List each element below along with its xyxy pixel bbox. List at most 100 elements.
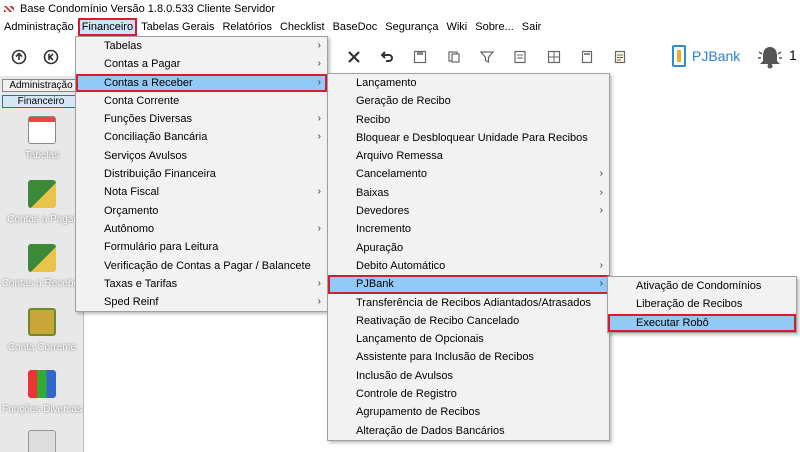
chevron-right-icon: ›	[317, 222, 321, 234]
money-in-icon	[28, 244, 56, 272]
chevron-right-icon: ›	[317, 113, 321, 125]
menu-seguranca[interactable]: Segurança	[381, 18, 442, 36]
menu-item-alteracao-dados-bancarios[interactable]: Alteração de Dados Bancários	[328, 422, 609, 440]
window-title: Base Condomínio Versão 1.8.0.533 Cliente…	[20, 3, 275, 15]
document-icon[interactable]	[509, 46, 531, 68]
filter-icon[interactable]	[476, 46, 498, 68]
sidebar-item-tabelas[interactable]: Tabelas	[0, 116, 84, 161]
menu-administracao[interactable]: Administração	[0, 18, 78, 36]
notes-icon[interactable]	[609, 46, 631, 68]
menu-item-apuracao[interactable]: Apuração	[328, 239, 609, 257]
ledger-book-icon	[28, 308, 56, 336]
chevron-right-icon: ›	[317, 58, 321, 70]
menu-item-verificacao-contas[interactable]: Verificação de Contas a Pagar / Balancet…	[76, 257, 327, 275]
menu-item-funcoes-diversas[interactable]: Funções Diversas ›	[76, 110, 327, 128]
pjbank-label: PJBank	[692, 48, 741, 64]
chevron-right-icon: ›	[599, 259, 603, 271]
menu-item-autonomo[interactable]: Autônomo ›	[76, 220, 327, 238]
menu-item-distribuicao-financeira[interactable]: Distribuição Financeira	[76, 165, 327, 183]
sidebar-tab-administracao[interactable]: Administração	[2, 79, 80, 92]
menu-item-geracao-recibo[interactable]: Geração de Recibo	[328, 92, 609, 110]
money-out-icon	[28, 180, 56, 208]
sidebar-item-funcoes-diversas[interactable]: Funções Diversas	[0, 370, 84, 415]
menu-item-lancamento-opcionais[interactable]: Lançamento de Opcionais	[328, 330, 609, 348]
menu-relatorios[interactable]: Relatórios	[218, 18, 276, 36]
sidebar-item-label: Contas a Receber	[1, 278, 83, 289]
menu-item-controle-registro[interactable]: Controle de Registro	[328, 385, 609, 403]
delete-icon[interactable]	[343, 46, 365, 68]
menu-item-liberacao-recibos[interactable]: Liberação de Recibos	[608, 295, 796, 313]
menu-item-orcamento[interactable]: Orçamento	[76, 202, 327, 220]
pjbank-submenu: Ativação de Condomínios Liberação de Rec…	[607, 276, 797, 333]
menu-item-nota-fiscal[interactable]: Nota Fiscal ›	[76, 183, 327, 201]
pjbank-logo-icon	[672, 45, 686, 67]
menu-financeiro[interactable]: Financeiro	[77, 18, 138, 36]
chevron-right-icon: ›	[317, 277, 321, 289]
pjbank-button[interactable]: PJBank	[672, 45, 740, 67]
calculator-icon[interactable]	[576, 46, 598, 68]
chevron-right-icon: ›	[317, 186, 321, 198]
chevron-right-icon: ›	[599, 205, 603, 217]
financeiro-dropdown: Tabelas › Contas a Pagar › Contas a Recebe…	[75, 36, 328, 313]
copy-icon[interactable]	[443, 46, 465, 68]
chevron-right-icon: ›	[317, 76, 321, 88]
menu-item-conciliacao-bancaria[interactable]: Conciliação Bancária ›	[76, 128, 327, 146]
chevron-right-icon: ›	[317, 131, 321, 143]
app-logo-icon	[4, 4, 14, 14]
menu-item-servicos-avulsos[interactable]: Serviços Avulsos	[76, 147, 327, 165]
menu-item-reativacao-recibo[interactable]: Reativação de Recibo Cancelado	[328, 312, 609, 330]
notification-bell-icon[interactable]	[756, 44, 784, 70]
menu-item-devedores[interactable]: Devedores ›	[328, 202, 609, 220]
first-record-icon[interactable]	[40, 46, 62, 68]
undo-icon[interactable]	[376, 46, 398, 68]
menu-item-executar-robo[interactable]: Executar Robô	[608, 313, 796, 332]
menu-item-tabelas[interactable]: Tabelas ›	[76, 37, 327, 55]
chevron-right-icon: ›	[599, 278, 603, 290]
chevron-right-icon: ›	[599, 186, 603, 198]
menu-item-arquivo-remessa[interactable]: Arquivo Remessa	[328, 147, 609, 165]
menu-item-transferencia-recibos[interactable]: Transferência de Recibos Adiantados/Atra…	[328, 294, 609, 312]
back-icon[interactable]	[8, 46, 30, 68]
menu-item-ativacao-condominios[interactable]: Ativação de Condomínios	[608, 277, 796, 295]
sidebar-item-contas-a-pagar[interactable]: Contas a Pagar	[0, 180, 84, 225]
contas-receber-submenu: Lançamento Geração de Recibo Recibo Bloq…	[327, 73, 610, 441]
menu-checklist[interactable]: Checklist	[276, 18, 329, 36]
sidebar-item-label: Conta Corrente	[7, 342, 77, 353]
chevron-right-icon: ›	[317, 40, 321, 51]
menu-item-cancelamento[interactable]: Cancelamento ›	[328, 165, 609, 183]
sidebar-item-label: Funções Diversas	[1, 404, 83, 415]
menu-item-contas-a-pagar[interactable]: Contas a Pagar ›	[76, 55, 327, 73]
menu-tabelas-gerais[interactable]: Tabelas Gerais	[137, 18, 218, 36]
menu-basedoc[interactable]: BaseDoc	[329, 18, 382, 36]
sidebar-item-conta-corrente[interactable]: Conta Corrente	[0, 308, 84, 353]
sidebar-item-bank[interactable]	[0, 430, 84, 452]
chevron-right-icon: ›	[599, 168, 603, 180]
menu-item-debito-automatico[interactable]: Debito Automático ›	[328, 257, 609, 275]
menu-item-inclusao-avulsos[interactable]: Inclusão de Avulsos	[328, 367, 609, 385]
menu-item-bloquear-desbloquear[interactable]: Bloquear e Desbloquear Unidade Para Reci…	[328, 129, 609, 147]
bank-building-icon	[28, 430, 56, 452]
menu-sair[interactable]: Sair	[518, 18, 546, 36]
menu-item-lancamento[interactable]: Lançamento	[328, 74, 609, 92]
menu-sobre[interactable]: Sobre...	[471, 18, 518, 36]
sidebar-item-contas-a-receber[interactable]: Contas a Receber	[0, 244, 84, 289]
grid-icon[interactable]	[543, 46, 565, 68]
menu-item-agrupamento-recibos[interactable]: Agrupamento de Recibos	[328, 403, 609, 421]
menu-wiki[interactable]: Wiki	[442, 18, 471, 36]
menu-item-sped-reinf[interactable]: Sped Reinf ›	[76, 293, 327, 311]
menu-item-recibo[interactable]: Recibo	[328, 111, 609, 129]
menu-item-baixas[interactable]: Baixas ›	[328, 184, 609, 202]
menu-item-taxas-tarifas[interactable]: Taxas e Tarifas ›	[76, 275, 327, 293]
sidebar-tab-financeiro[interactable]: Financeiro	[2, 95, 80, 108]
cubes-icon	[28, 370, 56, 398]
menu-item-assistente-inclusao[interactable]: Assistente para Inclusão de Recibos	[328, 348, 609, 366]
sidebar-item-label: Contas a Pagar	[7, 214, 77, 225]
menu-item-formulario-leitura[interactable]: Formulário para Leitura	[76, 238, 327, 256]
sidebar: Administração Financeiro Tabelas Contas …	[0, 76, 84, 452]
menu-item-conta-corrente[interactable]: Conta Corrente	[76, 92, 327, 110]
notification-count: 1	[789, 47, 797, 63]
menu-item-incremento[interactable]: Incremento	[328, 220, 609, 238]
menu-item-pjbank[interactable]: PJBank ›	[328, 275, 609, 294]
menu-item-contas-a-receber[interactable]: Contas a Receber ›	[76, 73, 327, 92]
save-icon[interactable]	[409, 46, 431, 68]
